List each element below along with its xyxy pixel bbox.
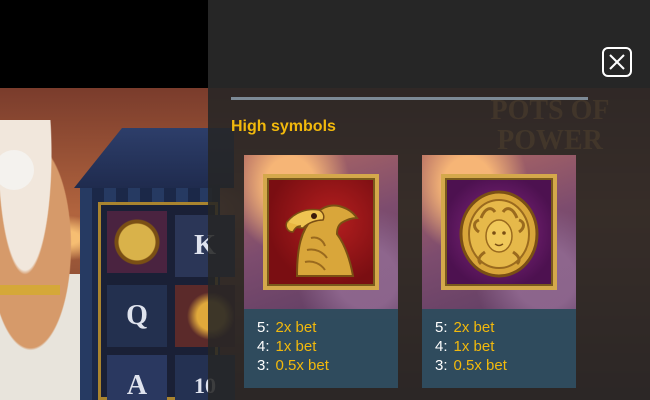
payout-value: 2x bet <box>453 319 495 336</box>
card-art-background <box>244 155 398 309</box>
close-button[interactable] <box>602 47 632 77</box>
payout-count: 4: <box>435 338 448 355</box>
payout-table: 5: 2x bet 4: 1x bet 3: 0.5x bet <box>422 309 576 388</box>
payout-line: 3: 0.5x bet <box>435 357 507 376</box>
payout-count: 5: <box>257 319 270 336</box>
payout-line: 4: 1x bet <box>257 338 316 357</box>
reel-grid: K Q A 10 <box>98 202 235 400</box>
payout-line: 5: 2x bet <box>257 319 316 338</box>
payout-count: 5: <box>435 319 448 336</box>
payout-value: 1x bet <box>275 338 317 355</box>
zeus-belt <box>0 285 60 295</box>
payout-line: 4: 1x bet <box>435 338 494 357</box>
section-title: High symbols <box>231 118 336 135</box>
reel-medusa-coin-icon <box>107 211 167 273</box>
medusa-coin-icon-graphic <box>459 190 539 278</box>
payout-line: 5: 2x bet <box>435 319 494 338</box>
close-icon <box>609 54 625 70</box>
payout-table: 5: 2x bet 4: 1x bet 3: 0.5x bet <box>244 309 398 388</box>
symbol-card-medusa-coin: 5: 2x bet 4: 1x bet 3: 0.5x bet <box>422 155 576 388</box>
card-art-background <box>422 155 576 309</box>
symbol-card-eagle: 5: 2x bet 4: 1x bet 3: 0.5x bet <box>244 155 398 388</box>
logo-text: POTS OF POWER <box>490 95 610 156</box>
panel-header-bar <box>208 0 650 88</box>
payout-value: 2x bet <box>275 319 317 336</box>
eagle-icon-graphic <box>285 204 359 277</box>
payout-value: 1x bet <box>453 338 495 355</box>
eagle-icon <box>263 174 379 290</box>
payout-count: 4: <box>257 338 270 355</box>
section-divider <box>231 97 588 100</box>
payout-count: 3: <box>257 357 270 374</box>
reel-symbol-a: A <box>107 355 167 400</box>
medusa-coin-icon <box>441 174 557 290</box>
payout-value: 0.5x bet <box>453 357 507 374</box>
payout-count: 3: <box>435 357 448 374</box>
payout-value: 0.5x bet <box>275 357 329 374</box>
reel-symbol-q: Q <box>107 285 167 347</box>
payout-line: 3: 0.5x bet <box>257 357 329 376</box>
